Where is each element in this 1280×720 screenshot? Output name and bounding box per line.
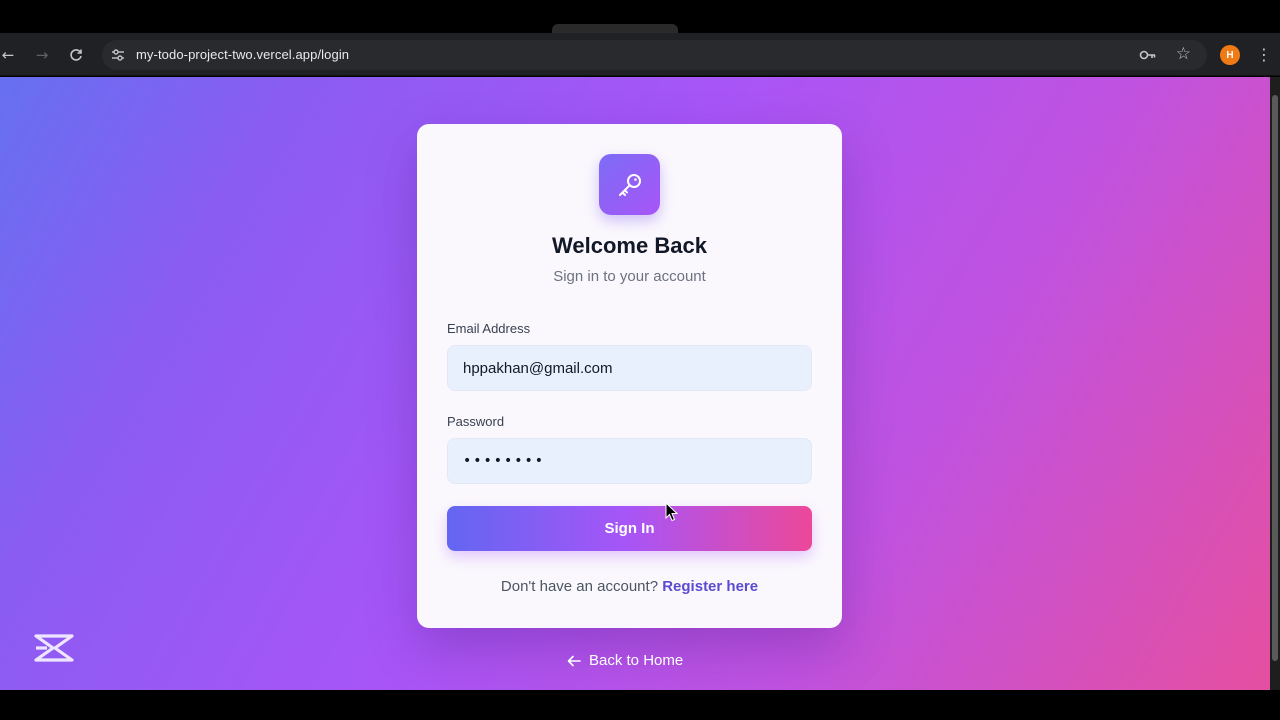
arrow-left-icon [567, 655, 581, 666]
capcut-watermark-icon [34, 634, 74, 662]
site-info-icon[interactable] [110, 47, 126, 63]
browser-toolbar: ← → my-todo-project-two.vercel.app/login… [0, 33, 1280, 76]
scrollbar-thumb[interactable] [1272, 95, 1278, 661]
url-text[interactable]: my-todo-project-two.vercel.app/login [136, 47, 349, 62]
email-label: Email Address [447, 321, 531, 336]
back-to-home-label: Back to Home [589, 652, 684, 669]
back-to-home-link[interactable]: Back to Home [567, 652, 683, 669]
password-value: •••••••• [463, 453, 546, 469]
no-account-text: Don't have an account? [500, 578, 659, 595]
more-menu-icon[interactable]: ⋮ [1254, 44, 1274, 66]
page-viewport: Welcome Back Sign in to your account Ema… [0, 77, 1270, 690]
mouse-cursor-icon [665, 502, 679, 522]
logo-badge [599, 154, 660, 215]
back-arrow-icon[interactable]: ← [0, 44, 19, 66]
forward-arrow-icon[interactable]: → [31, 44, 53, 66]
login-card: Welcome Back Sign in to your account Ema… [417, 124, 842, 628]
screen: ← → my-todo-project-two.vercel.app/login… [0, 0, 1280, 720]
password-key-icon[interactable] [1139, 47, 1157, 63]
email-field[interactable]: hppakhan@gmail.com [447, 345, 812, 391]
email-value: hppakhan@gmail.com [463, 359, 613, 377]
register-prompt: Don't have an account? Register here [417, 578, 842, 595]
bottom-letterbox [0, 690, 1280, 720]
active-tab[interactable] [552, 24, 678, 33]
vertical-scrollbar[interactable] [1270, 77, 1280, 690]
profile-avatar[interactable]: H [1220, 45, 1240, 65]
reload-icon[interactable] [65, 44, 87, 66]
bookmark-star-icon[interactable]: ☆ [1176, 44, 1191, 64]
tab-strip [0, 0, 1280, 33]
key-icon [618, 173, 641, 196]
password-field[interactable]: •••••••• [447, 438, 812, 484]
address-bar[interactable]: my-todo-project-two.vercel.app/login ☆ [102, 40, 1207, 70]
register-link[interactable]: Register here [662, 578, 758, 595]
sign-in-button[interactable]: Sign In [447, 506, 812, 551]
page-subtitle: Sign in to your account [553, 268, 706, 285]
password-label: Password [447, 414, 505, 429]
page-title: Welcome Back [552, 233, 707, 258]
